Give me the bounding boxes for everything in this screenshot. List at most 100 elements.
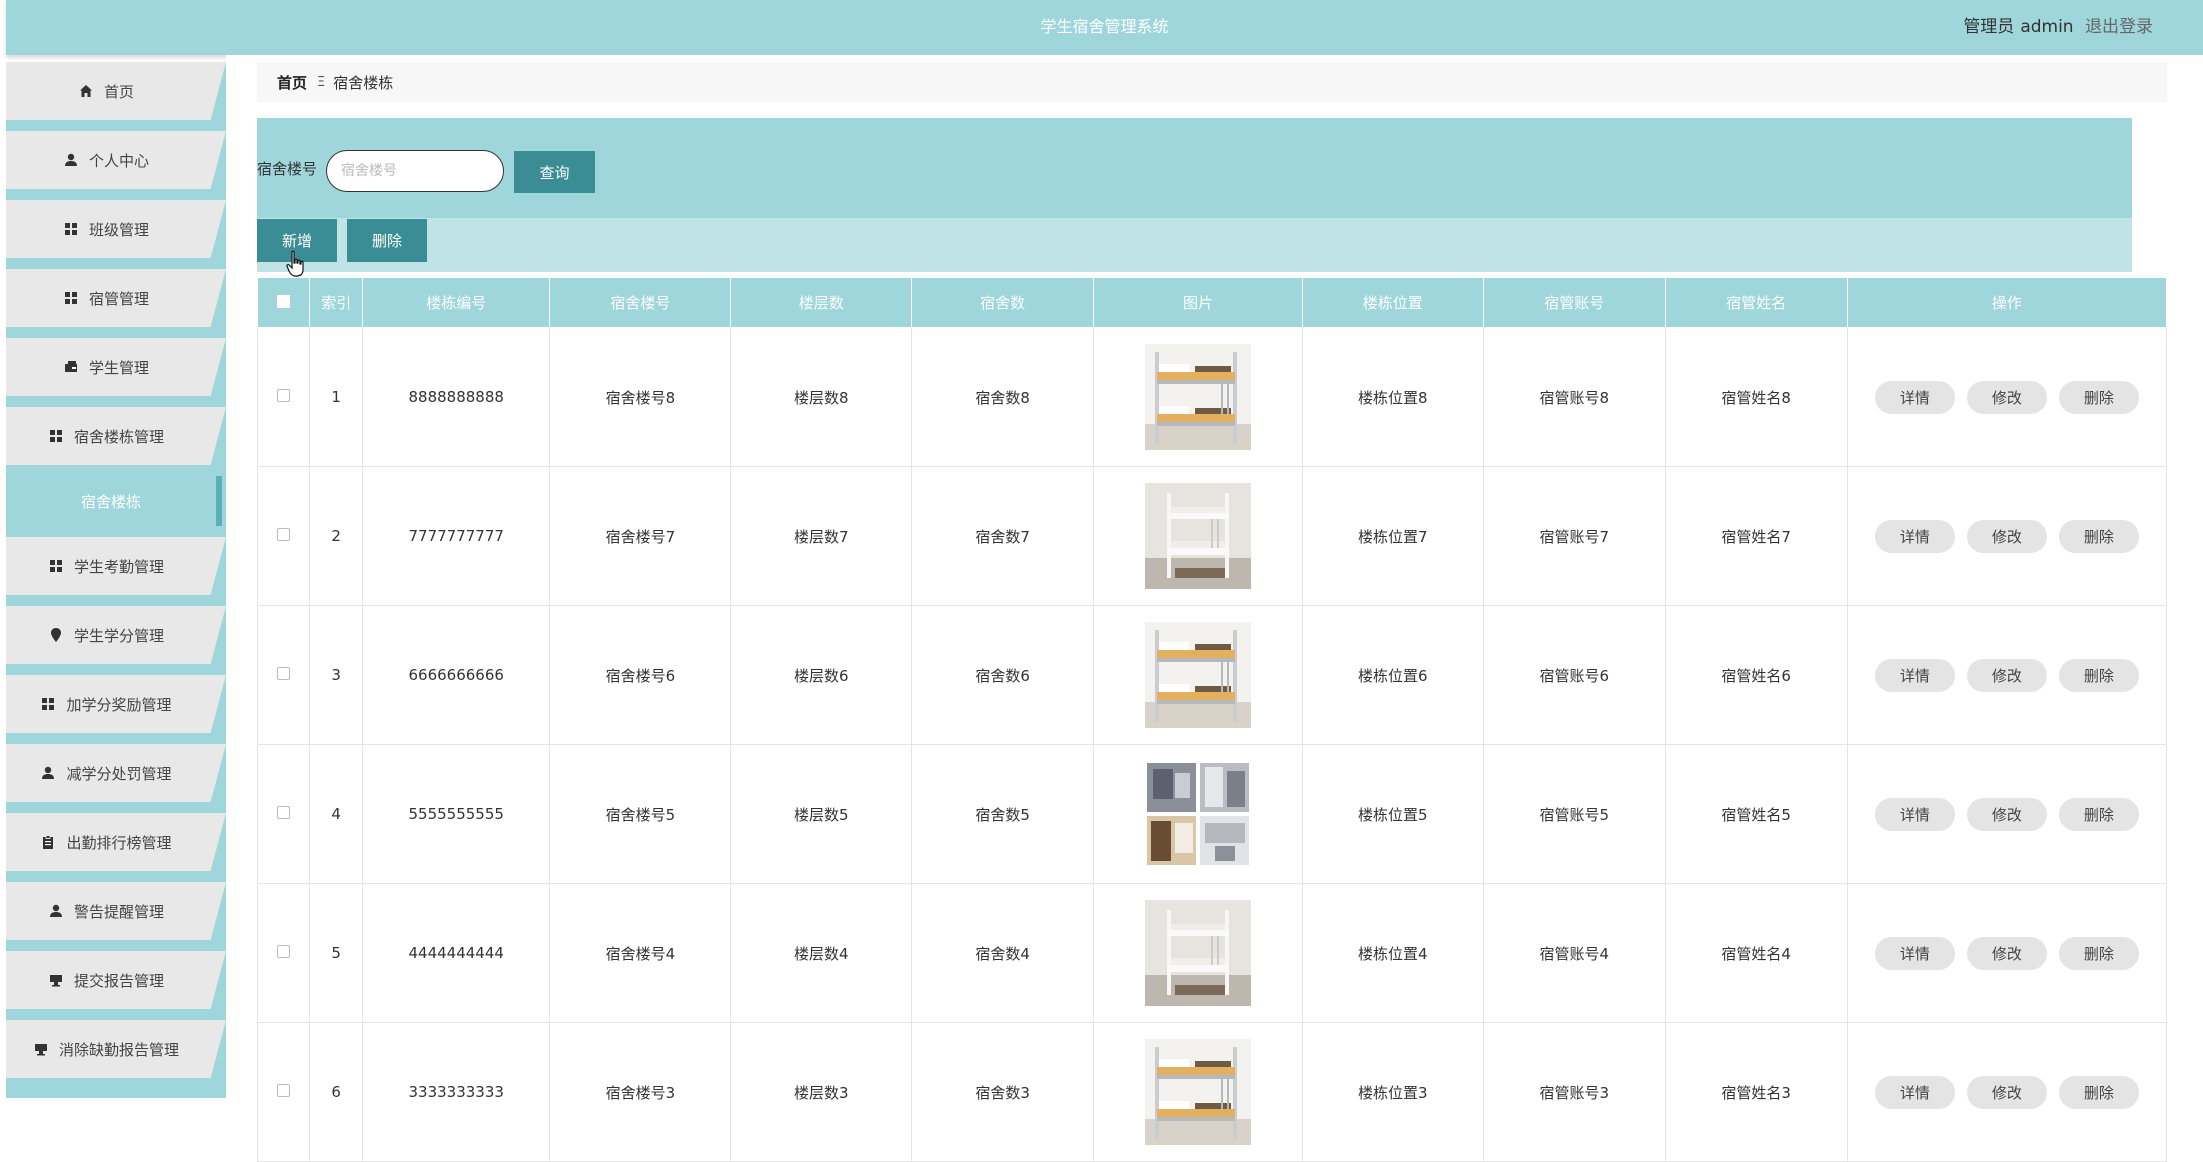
sidebar-subitem-building[interactable]: 宿舍楼栋	[6, 476, 226, 526]
row-delete-button[interactable]: 删除	[2058, 658, 2139, 692]
sidebar-item-label: 宿舍楼栋	[81, 492, 142, 511]
delete-button[interactable]: 删除	[347, 219, 427, 262]
row-checkbox[interactable]	[277, 806, 291, 819]
row-delete-button[interactable]: 删除	[2058, 936, 2139, 970]
cell-account: 宿管账号8	[1483, 327, 1666, 467]
cell-index: 5	[309, 883, 363, 1023]
row-actions: 详情 修改 删除	[1848, 1075, 2166, 1109]
sidebar-item-label: 消除缺勤报告管理	[58, 1040, 179, 1059]
sidebar-item[interactable]: 加学分奖励管理	[6, 675, 226, 733]
row-actions: 详情 修改 删除	[1848, 936, 2166, 970]
row-select-cell[interactable]	[256, 605, 311, 745]
sidebar-item[interactable]: 个人中心	[6, 131, 226, 189]
sidebar-item[interactable]: 首页	[6, 62, 226, 120]
cell-operations: 详情 修改 删除	[1847, 1022, 2168, 1162]
row-checkbox[interactable]	[277, 389, 291, 402]
edit-button[interactable]: 修改	[1966, 936, 2047, 970]
column-header: 楼栋位置	[1301, 277, 1484, 328]
sidebar-item[interactable]: 出勤排行榜管理	[6, 813, 226, 871]
row-checkbox[interactable]	[277, 528, 291, 541]
detail-button[interactable]: 详情	[1874, 380, 1955, 414]
sidebar-item-label: 宿管管理	[88, 289, 149, 308]
sidebar-item[interactable]: 警告提醒管理	[6, 882, 226, 940]
user-name: admin	[2020, 17, 2074, 37]
sidebar-item[interactable]: 宿管管理	[6, 269, 226, 327]
cell-image	[1093, 327, 1303, 467]
sidebar-item[interactable]: 宿舍楼栋管理	[6, 407, 226, 465]
building-image	[1145, 483, 1252, 589]
table-header-row: 索引 楼栋编号 宿舍楼号 楼层数 宿舍数 图片 楼栋位置 宿管账号 宿管姓名 操作	[256, 277, 2168, 328]
cell-rooms: 宿舍数6	[911, 605, 1095, 745]
detail-button[interactable]: 详情	[1874, 797, 1955, 831]
sidebar-item[interactable]: 减学分处罚管理	[6, 744, 226, 802]
sidebar-item-label: 学生考勤管理	[73, 557, 164, 576]
sidebar-item[interactable]: 学生学分管理	[6, 606, 226, 664]
row-delete-button[interactable]: 删除	[2058, 1075, 2139, 1109]
sidebar-item[interactable]: 学生管理	[6, 338, 226, 396]
row-actions: 详情 修改 删除	[1848, 519, 2166, 553]
building-image	[1145, 622, 1252, 728]
cell-rooms: 宿舍数4	[911, 883, 1095, 1023]
cell-building: 宿舍楼号6	[549, 605, 732, 745]
cell-account: 宿管账号4	[1483, 883, 1666, 1023]
cell-name: 宿管姓名6	[1665, 605, 1848, 745]
row-select-cell[interactable]	[256, 466, 311, 606]
row-checkbox[interactable]	[277, 1084, 291, 1097]
cell-image	[1093, 883, 1303, 1023]
search-panel: 宿舍楼号 查询	[257, 118, 2132, 218]
grid-icon	[63, 221, 79, 237]
row-delete-button[interactable]: 删除	[2058, 519, 2139, 553]
cell-operations: 详情 修改 删除	[1847, 744, 2168, 884]
edit-button[interactable]: 修改	[1966, 380, 2047, 414]
edit-button[interactable]: 修改	[1966, 1075, 2047, 1109]
building-image	[1145, 900, 1252, 1006]
cell-code: 8888888888	[362, 327, 551, 467]
detail-button[interactable]: 详情	[1874, 519, 1955, 553]
search-input[interactable]	[326, 150, 504, 192]
detail-button[interactable]: 详情	[1874, 1075, 1955, 1109]
cell-building: 宿舍楼号7	[549, 466, 732, 606]
edit-button[interactable]: 修改	[1966, 797, 2047, 831]
sidebar-item[interactable]: 班级管理	[6, 200, 226, 258]
cell-code: 5555555555	[362, 744, 551, 884]
row-checkbox[interactable]	[277, 945, 291, 958]
sidebar-item[interactable]: 提交报告管理	[6, 951, 226, 1009]
detail-button[interactable]: 详情	[1874, 936, 1955, 970]
row-select-cell[interactable]	[256, 744, 311, 884]
cell-location: 楼栋位置7	[1302, 466, 1484, 606]
select-all-checkbox[interactable]	[277, 294, 291, 308]
row-select-cell[interactable]	[256, 327, 311, 467]
sidebar-item[interactable]: 消除缺勤报告管理	[6, 1020, 226, 1078]
detail-button[interactable]: 详情	[1874, 658, 1955, 692]
cell-floors: 楼层数5	[730, 744, 913, 884]
edit-button[interactable]: 修改	[1966, 658, 2047, 692]
cell-account: 宿管账号5	[1483, 744, 1666, 884]
row-actions: 详情 修改 删除	[1848, 380, 2166, 414]
query-button[interactable]: 查询	[514, 151, 595, 193]
logout-link[interactable]: 退出登录	[2085, 17, 2153, 37]
sidebar-item-content: 宿舍楼栋	[6, 476, 216, 526]
sidebar-item-content: 个人中心	[6, 131, 206, 189]
sidebar-item-content: 宿舍楼栋管理	[6, 407, 206, 465]
sidebar-item-content: 宿管管理	[6, 269, 206, 327]
table-row: 2 7777777777 宿舍楼号7 楼层数7 宿舍数7 楼栋位置7 宿管账号7 宿管姓名7 详…	[256, 466, 2168, 606]
user-icon	[48, 903, 64, 919]
edit-button[interactable]: 修改	[1966, 519, 2047, 553]
column-header: 索引	[309, 277, 363, 328]
sidebar-item[interactable]: 学生考勤管理	[6, 537, 226, 595]
row-delete-button[interactable]: 删除	[2058, 380, 2139, 414]
table-row: 3 6666666666 宿舍楼号6 楼层数6 宿舍数6 楼栋位置6 宿管账号6 宿管姓名6 详…	[256, 605, 2168, 745]
row-actions: 详情 修改 删除	[1848, 797, 2166, 831]
sidebar-item-content: 学生学分管理	[6, 606, 206, 664]
sidebar-item-content: 学生考勤管理	[6, 537, 206, 595]
home-icon	[78, 83, 94, 99]
row-delete-button[interactable]: 删除	[2058, 797, 2139, 831]
row-select-cell[interactable]	[256, 1022, 311, 1162]
row-checkbox[interactable]	[277, 667, 291, 680]
breadcrumb-home[interactable]: 首页	[277, 72, 307, 93]
row-select-cell[interactable]	[256, 883, 311, 1023]
building-image	[1145, 344, 1252, 450]
select-all-cell[interactable]	[256, 277, 311, 328]
sidebar-item-label: 学生管理	[88, 358, 149, 377]
cell-name: 宿管姓名5	[1665, 744, 1848, 884]
